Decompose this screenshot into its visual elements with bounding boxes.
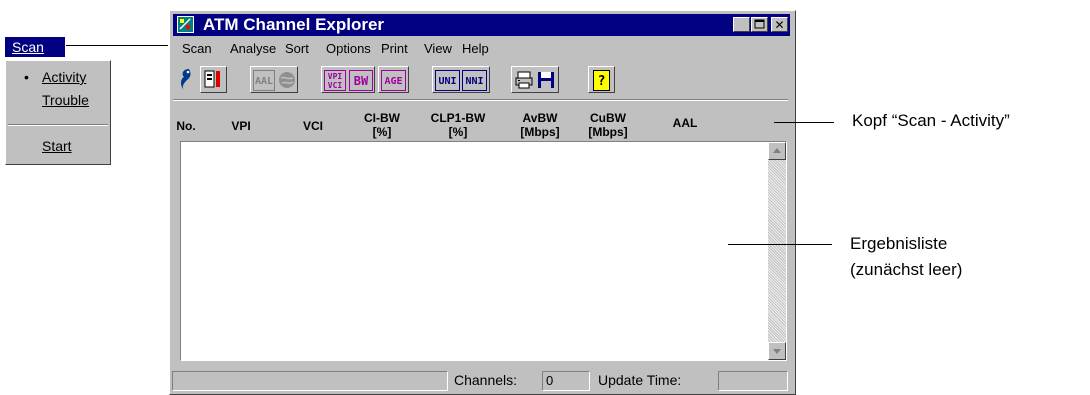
age-toolbar-button[interactable]: AGE — [378, 66, 409, 93]
column-header-no-label: No. — [176, 119, 196, 133]
menu-item-activity[interactable]: • Activity — [6, 66, 110, 88]
aal-label: AAL — [253, 70, 275, 91]
column-header-vpi: VPI — [226, 119, 256, 133]
column-header-no: No. — [174, 119, 198, 133]
nni-label: NNI — [462, 70, 487, 91]
menu-scan[interactable]: Scan — [182, 41, 212, 56]
column-header-vci: VCI — [298, 119, 328, 133]
vpi-label: VPI — [327, 72, 343, 81]
callout-line-scan — [66, 45, 168, 46]
close-icon: ✕ — [774, 18, 785, 32]
column-header-avbw-label: AvBW — [522, 111, 558, 125]
column-header-vpi-label: VPI — [231, 119, 251, 133]
column-header-cubw: CuBW [Mbps] — [582, 111, 634, 139]
toolbar: AAL VPI VCI BW AGE UNI NNI ? — [170, 64, 790, 96]
scroll-down-button[interactable] — [768, 342, 786, 360]
menu-item-trouble[interactable]: Trouble — [6, 89, 110, 111]
vpi-vci-bw-toolbar-button[interactable]: VPI VCI BW — [321, 66, 375, 93]
callout-list-text-line1: Ergebnisliste — [850, 234, 948, 253]
menu-separator — [8, 124, 108, 126]
status-bar: Channels: 0 Update Time: — [170, 369, 792, 393]
title-bar: ATM Channel Explorer _ ✕ — [173, 14, 790, 36]
scroll-up-button[interactable] — [768, 142, 786, 160]
channels-value: 0 — [542, 371, 590, 391]
close-button[interactable]: ✕ — [771, 17, 788, 32]
menu-analyse[interactable]: Analyse — [230, 41, 276, 56]
printer-icon — [515, 71, 533, 89]
maximize-button[interactable] — [751, 17, 768, 32]
help-toolbar-button[interactable]: ? — [588, 66, 615, 93]
menu-item-trouble-label: Trouble — [42, 92, 89, 108]
vpi-vci-label: VPI VCI — [324, 70, 346, 91]
callout-header-text: Kopf “Scan - Activity” — [852, 111, 1010, 130]
update-time-label: Update Time: — [598, 372, 682, 388]
menu-view[interactable]: View — [424, 41, 452, 56]
toolbar-separator — [173, 99, 788, 101]
minimize-button[interactable]: _ — [733, 17, 750, 35]
monitor-bars-icon — [204, 70, 220, 88]
uni-nni-toolbar-button[interactable]: UNI NNI — [432, 66, 490, 93]
callout-line-list — [728, 244, 832, 245]
arrow-down-icon — [773, 349, 781, 354]
help-question-icon: ? — [593, 70, 610, 91]
column-header-aal-label: AAL — [672, 116, 698, 130]
scan-popup-menu: • Activity Trouble Start — [5, 60, 111, 165]
column-header-avbw: AvBW [Mbps] — [515, 111, 565, 139]
print-save-toolbar-button[interactable] — [511, 66, 559, 93]
seahorse-logo-icon[interactable] — [175, 66, 197, 93]
column-header-clp1-bw-label: CLP1-BW — [430, 111, 486, 125]
column-header-ci-bw: CI-BW [%] — [357, 111, 407, 139]
vertical-scrollbar[interactable] — [768, 142, 786, 360]
aal-toolbar-button[interactable]: AAL — [250, 66, 298, 93]
menu-help[interactable]: Help — [462, 41, 489, 56]
main-window: ATM Channel Explorer _ ✕ Scan Analyse So… — [169, 10, 796, 395]
menu-print[interactable]: Print — [381, 41, 408, 56]
menu-item-start-label: Start — [42, 138, 72, 154]
column-header-row: No. VPI VCI CI-BW [%] CLP1-BW [%] AvBW [… — [170, 106, 790, 140]
globe-icon — [279, 72, 295, 88]
column-header-cubw-label: CuBW — [590, 111, 626, 125]
atm-app-icon — [177, 16, 194, 33]
menu-options[interactable]: Options — [326, 41, 371, 56]
floppy-disk-icon — [538, 72, 554, 88]
vci-label: VCI — [327, 81, 343, 90]
column-header-clp1-bw-unit: [%] — [448, 125, 468, 139]
callout-list-text-line2: (zunächst leer) — [850, 260, 963, 279]
maximize-icon — [754, 19, 765, 29]
checked-bullet-icon: • — [24, 69, 29, 85]
column-header-vci-label: VCI — [302, 119, 323, 133]
scan-menu-title[interactable]: Scan — [5, 37, 65, 57]
menu-sort[interactable]: Sort — [285, 41, 309, 56]
callout-line-header — [774, 122, 834, 123]
column-header-ci-bw-label: CI-BW — [364, 111, 400, 125]
column-header-clp1-bw: CLP1-BW [%] — [426, 111, 490, 139]
age-label: AGE — [381, 70, 406, 91]
update-time-value — [718, 371, 788, 391]
menu-item-activity-label: Activity — [42, 69, 87, 85]
column-header-cubw-unit: [Mbps] — [588, 125, 628, 139]
window-title: ATM Channel Explorer — [203, 15, 385, 34]
column-header-ci-bw-unit: [%] — [372, 125, 392, 139]
uni-label: UNI — [435, 70, 460, 91]
scan-menu-title-label: Scan — [12, 39, 44, 55]
column-header-aal: AAL — [665, 116, 705, 130]
channels-label: Channels: — [454, 372, 518, 388]
status-panel-empty — [172, 371, 448, 391]
result-list[interactable] — [180, 141, 787, 361]
arrow-up-icon — [773, 148, 781, 153]
scan-toolbar-button[interactable] — [200, 66, 227, 93]
bw-label: BW — [349, 70, 373, 91]
column-header-avbw-unit: [Mbps] — [520, 125, 560, 139]
menu-item-start[interactable]: Start — [6, 135, 110, 157]
